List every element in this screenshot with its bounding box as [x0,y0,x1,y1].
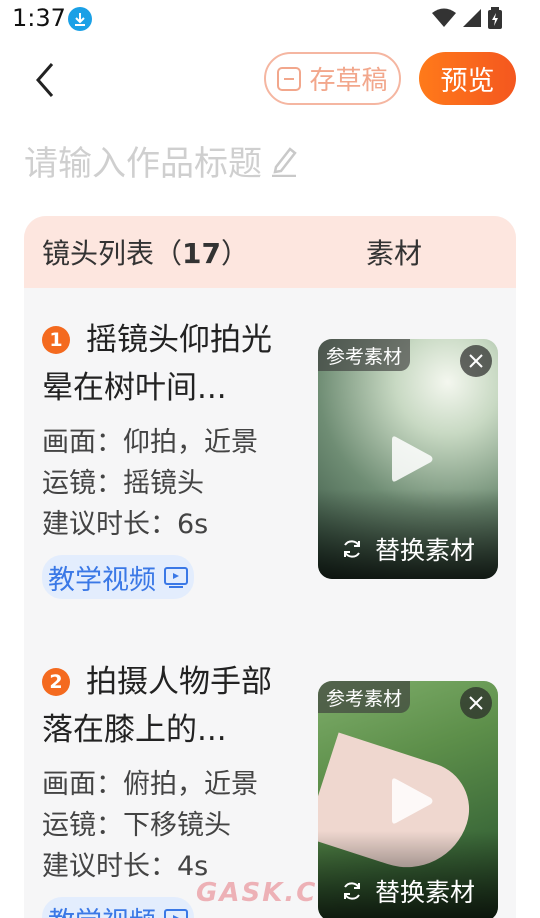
tutorial-video-button[interactable]: 教学视频 [42,555,194,599]
signal-icon [463,9,481,27]
save-draft-button[interactable]: 存草稿 [264,52,401,105]
tutorial-video-button[interactable]: 教学视频 [42,897,194,918]
shot-title: 拍摄人物手部落在膝上的... [42,664,272,748]
reference-material-thumbnail[interactable]: 参考素材 替换素材 [318,339,498,579]
replace-material-label: 替换素材 [374,878,475,907]
download-icon [68,7,92,31]
work-title-input[interactable]: 请输入作品标题 [24,134,514,186]
status-time: 1:37 [12,4,66,32]
remove-material-button[interactable] [460,345,492,377]
close-icon [469,354,483,368]
close-icon [469,696,483,710]
shot-scene: 画面：仰拍，近景 [42,427,258,458]
refresh-icon [343,540,360,558]
shot-list-header: 镜头列表（17） 素材 [24,216,516,288]
shot-meta: 画面：俯拍，近景 运镜：下移镜头 建议时长：4s [42,764,258,887]
tutorial-video-label: 教学视频 [48,900,156,918]
replace-material-label: 替换素材 [374,536,475,565]
title-placeholder: 请输入作品标题 [24,143,262,184]
save-draft-label: 存草稿 [309,66,388,96]
replace-material-button[interactable]: 替换素材 [318,529,498,569]
shot-item[interactable]: 1 摇镜头仰拍光晕在树叶间... 画面：仰拍，近景 运镜：摇镜头 建议时长：6s… [24,316,516,616]
shot-camera-move: 运镜：下移镜头 [42,810,231,841]
video-icon [164,909,188,918]
reference-tag: 参考素材 [318,339,411,371]
shot-duration: 建议时长：6s [42,509,209,540]
shot-scene: 画面：俯拍，近景 [42,769,258,800]
reference-material-thumbnail[interactable]: 参考素材 替换素材 [318,681,498,918]
back-button[interactable] [24,58,68,102]
preview-button[interactable]: 预览 [419,52,516,105]
refresh-icon [343,882,360,900]
shot-camera-move: 运镜：摇镜头 [42,468,204,499]
tutorial-video-label: 教学视频 [48,564,156,596]
shot-count-label: 镜头列表（17） [42,237,249,270]
replace-material-button[interactable]: 替换素材 [318,871,498,911]
shot-count: 17 [182,237,221,270]
back-arrow-icon [36,63,54,97]
shot-meta: 画面：仰拍，近景 运镜：摇镜头 建议时长：6s [42,422,258,545]
video-icon [164,567,188,588]
remove-material-button[interactable] [460,687,492,719]
wifi-icon [432,8,456,27]
watermark: GASK.C [196,878,318,908]
reference-tag: 参考素材 [318,681,411,713]
status-bar: 1:37 [0,0,540,40]
battery-icon [488,7,502,29]
material-column-label: 素材 [366,237,423,270]
pencil-icon [272,147,297,177]
play-icon[interactable] [390,776,434,826]
shot-title: 摇镜头仰拍光晕在树叶间... [42,322,272,406]
shot-list-panel: 镜头列表（17） 素材 1 摇镜头仰拍光晕在树叶间... 画面：仰拍，近景 运镜… [24,216,516,918]
top-bar: 存草稿 预览 [0,40,540,118]
system-icons [432,7,502,29]
play-icon[interactable] [390,434,434,484]
draft-icon [277,66,302,91]
